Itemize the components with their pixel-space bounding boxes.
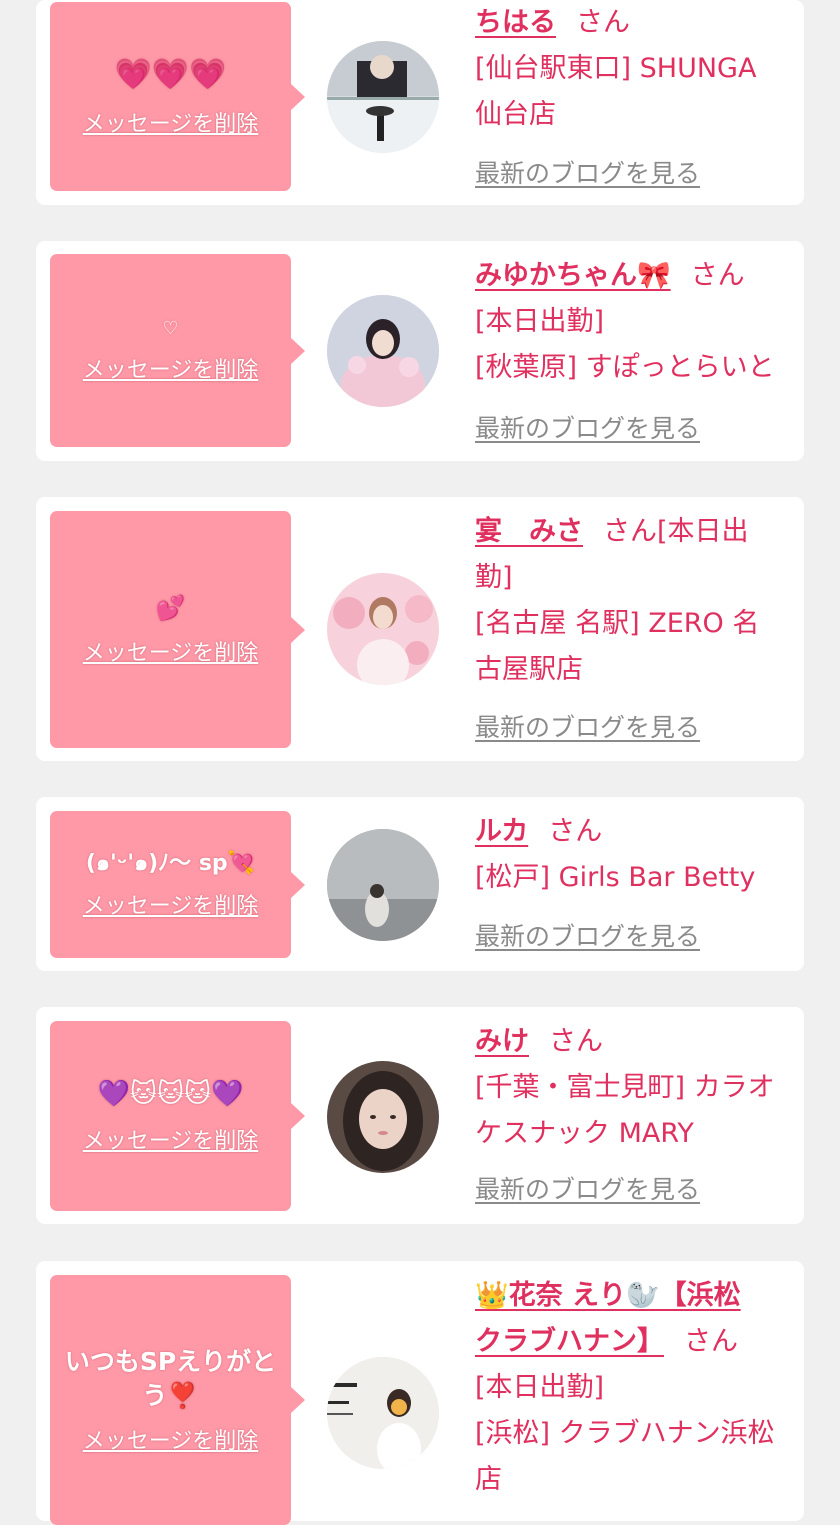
store-info: [本日出勤] — [475, 306, 605, 337]
store-info: 仙台店 — [475, 99, 556, 130]
message-card: いつもSPえりがとう❣️ メッセージを削除 👑花奈 えり🦭【浜松 クラブハナン】… — [36, 1261, 804, 1525]
name-suffix: さん — [690, 260, 745, 291]
store-info: [本日出勤] — [475, 1372, 605, 1403]
name-suffix: さん — [603, 516, 657, 547]
delete-message-link[interactable]: メッセージを削除 — [83, 352, 259, 384]
avatar[interactable] — [327, 1357, 439, 1469]
profile-info: みけ さん [千葉・富士見町] カラオ ケスナック MARY — [475, 1019, 797, 1157]
cast-name-link[interactable]: 宴 みさ — [475, 516, 583, 547]
message-bubble: 💕 メッセージを削除 — [50, 511, 305, 748]
cast-name-link[interactable]: ルカ — [475, 816, 528, 847]
name-suffix: さん — [576, 7, 630, 38]
cast-name-link[interactable]: みけ — [475, 1026, 529, 1057]
cast-name-link[interactable]: ちはる — [475, 7, 556, 38]
store-info: [秋葉原] すぽっとらいと — [475, 352, 775, 383]
avatar[interactable] — [327, 829, 439, 941]
message-text: ♡ — [162, 318, 179, 340]
cast-name-link[interactable]: 👑花奈 えり🦭【浜松 — [475, 1280, 741, 1311]
name-suffix: さん — [548, 816, 603, 847]
delete-message-link[interactable]: メッセージを削除 — [83, 1423, 259, 1455]
name-suffix: さん — [684, 1326, 738, 1357]
profile-info: ちはる さん [仙台駅東口] SHUNGA 仙台店 — [475, 0, 797, 138]
name-suffix: さん — [549, 1026, 603, 1057]
profile-info: 宴 みさ さん[本日出 勤] [名古屋 名駅] ZERO 名 古屋駅店 — [475, 509, 797, 693]
profile-info: 👑花奈 えり🦭【浜松 クラブハナン】 さん [本日出勤] [浜松] クラブハナン浜… — [475, 1273, 797, 1503]
delete-message-link[interactable]: メッセージを削除 — [83, 1123, 259, 1155]
store-info: [千葉・富士見町] カラオ — [475, 1072, 775, 1103]
message-card: ♡ メッセージを削除 みゆかちゃん🎀 さん [本日出勤] [秋葉原] すぽっとらい… — [36, 241, 804, 461]
message-bubble: (๑'ᵕ'๑)ﾉ〜 sp💘 メッセージを削除 — [50, 811, 305, 958]
message-card: 💗💗💗 メッセージを削除 ちはる さん [仙台駅東口] SHUNGA 仙台店 最新… — [36, 0, 804, 205]
delete-message-link[interactable]: メッセージを削除 — [83, 635, 259, 667]
store-info: [名古屋 名駅] ZERO 名 — [475, 608, 760, 639]
view-blog-link[interactable]: 最新のブログを見る — [475, 1170, 700, 1206]
view-blog-link[interactable]: 最新のブログを見る — [475, 409, 700, 445]
delete-message-link[interactable]: メッセージを削除 — [83, 106, 259, 138]
store-info: 勤] — [475, 562, 513, 593]
message-text: 💕 — [155, 594, 186, 623]
cast-name-link[interactable]: みゆかちゃん🎀 — [475, 260, 671, 291]
view-blog-link[interactable]: 最新のブログを見る — [475, 154, 700, 190]
store-info: [松戸] Girls Bar Betty — [475, 862, 756, 893]
store-info: [仙台駅東口] SHUNGA — [475, 53, 757, 84]
store-info: [浜松] クラブハナン浜松 — [475, 1418, 775, 1449]
profile-info: みゆかちゃん🎀 さん [本日出勤] [秋葉原] すぽっとらいと — [475, 253, 797, 391]
cast-name-link[interactable]: クラブハナン】 — [475, 1326, 664, 1357]
view-blog-link[interactable]: 最新のブログを見る — [475, 917, 700, 953]
message-text: (๑'ᵕ'๑)ﾉ〜 sp💘 — [85, 850, 256, 876]
message-bubble: いつもSPえりがとう❣️ メッセージを削除 — [50, 1275, 305, 1525]
view-blog-link[interactable]: 最新のブログを見る — [475, 708, 700, 744]
store-info: 店 — [475, 1464, 502, 1495]
store-info: 古屋駅店 — [475, 654, 583, 685]
message-bubble: 💜🐱🐱🐱💜 メッセージを削除 — [50, 1021, 305, 1211]
store-info: ケスナック MARY — [475, 1118, 694, 1149]
avatar[interactable] — [327, 1061, 439, 1173]
message-card: 💕 メッセージを削除 宴 みさ さん[本日出 勤] [名古屋 名駅] ZERO 名… — [36, 497, 804, 761]
message-card: 💜🐱🐱🐱💜 メッセージを削除 みけ さん [千葉・富士見町] カラオ ケスナック … — [36, 1007, 804, 1224]
message-bubble: 💗💗💗 メッセージを削除 — [50, 2, 305, 191]
message-text: 💗💗💗 — [114, 57, 227, 93]
avatar[interactable] — [327, 41, 439, 153]
avatar[interactable] — [327, 295, 439, 407]
store-info: [本日出 — [657, 516, 749, 547]
avatar[interactable] — [327, 573, 439, 685]
delete-message-link[interactable]: メッセージを削除 — [83, 888, 259, 920]
profile-info: ルカ さん [松戸] Girls Bar Betty — [475, 809, 797, 901]
message-text: 💜🐱🐱🐱💜 — [97, 1079, 244, 1110]
message-card: (๑'ᵕ'๑)ﾉ〜 sp💘 メッセージを削除 ルカ さん [松戸] Girls B… — [36, 797, 804, 971]
message-text: いつもSPえりがとう❣️ — [64, 1347, 277, 1410]
message-bubble: ♡ メッセージを削除 — [50, 254, 305, 447]
